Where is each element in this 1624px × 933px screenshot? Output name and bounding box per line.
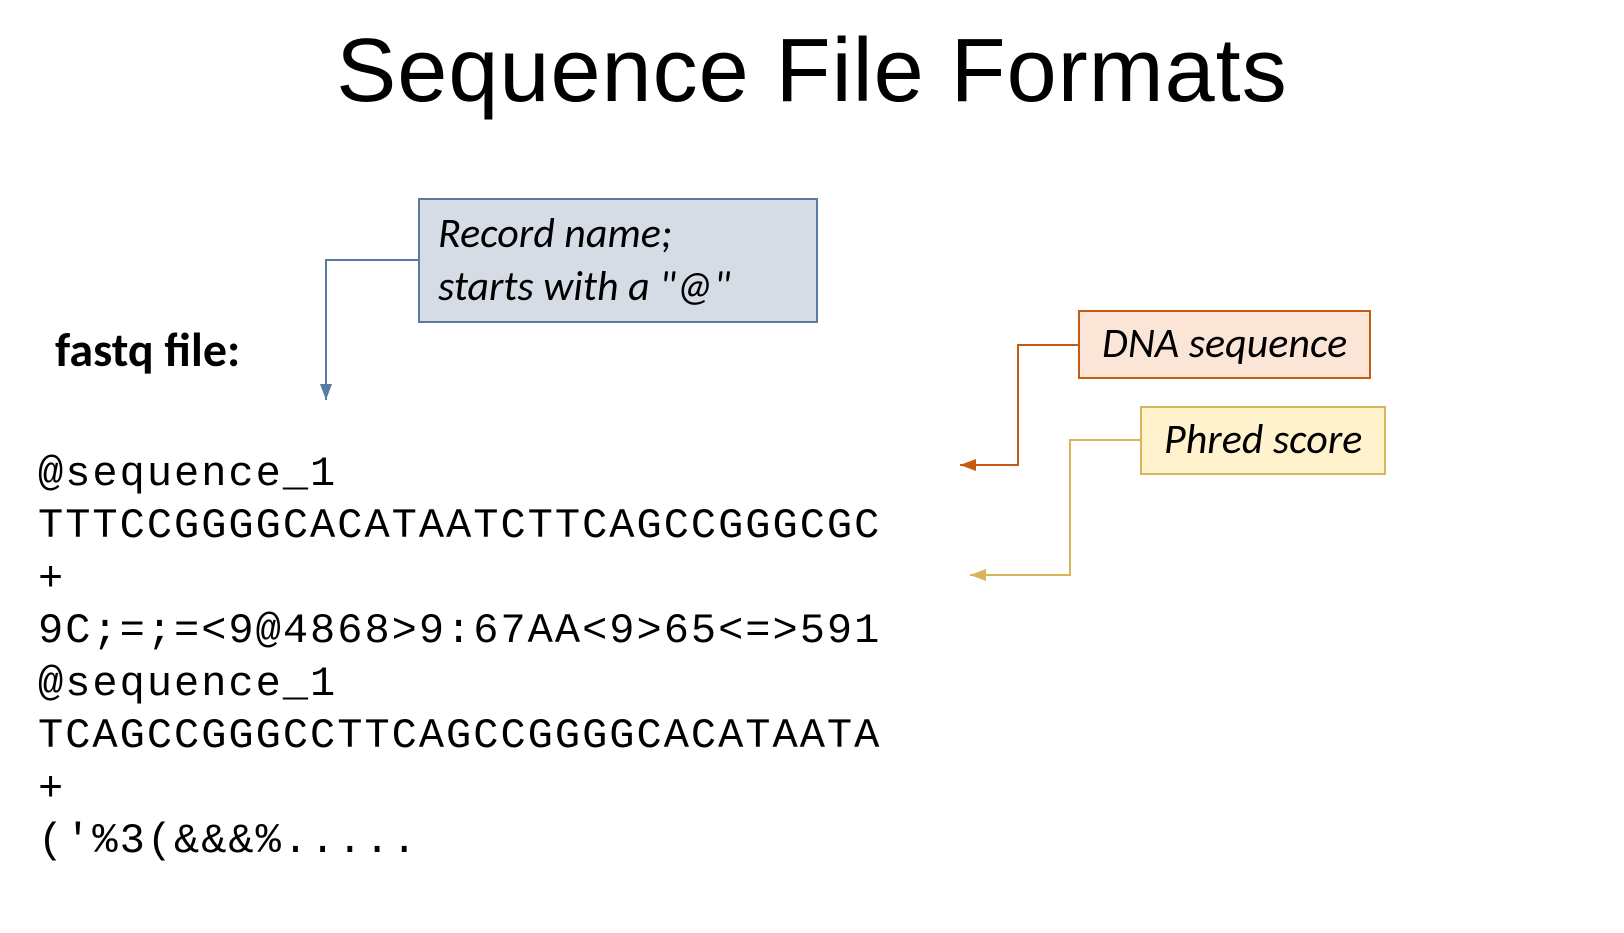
fastq-line-seq2: TCAGCCGGGCCTTCAGCCGGGGCACATAATA <box>38 712 881 760</box>
connector-phred <box>970 440 1140 575</box>
connector-record <box>326 260 418 400</box>
slide-title: Sequence File Formats <box>0 20 1624 123</box>
fastq-line-qual2: ('%3(&&&%..... <box>38 817 419 865</box>
fastq-line-plus1: + <box>38 555 65 603</box>
callout-record-name: Record name;starts with a "@" <box>418 198 818 323</box>
fastq-line-plus2: + <box>38 765 65 813</box>
callout-dna-sequence: DNA sequence <box>1078 310 1371 379</box>
fastq-line-header2: @sequence_1 <box>38 660 337 708</box>
connector-dna <box>960 345 1078 465</box>
section-label-fastq: fastq file: <box>55 320 240 379</box>
callout-phred-score: Phred score <box>1140 406 1386 475</box>
fastq-line-seq1: TTTCCGGGGCACATAATCTTCAGCCGGGCGC <box>38 502 881 550</box>
fastq-line-qual1: 9C;=;=<9@4868>9:67AA<9>65<=>591 <box>38 607 881 655</box>
fastq-code-block: @sequence_1 TTTCCGGGGCACATAATCTTCAGCCGGG… <box>38 395 881 868</box>
fastq-line-header1: @sequence_1 <box>38 450 337 498</box>
